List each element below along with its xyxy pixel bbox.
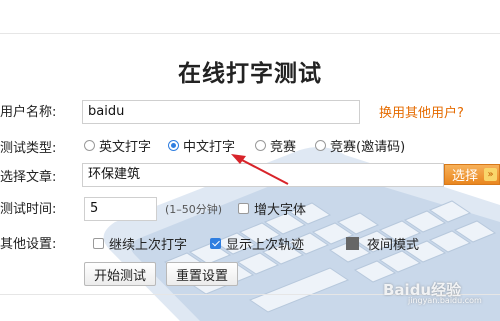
- watermark-subtext: jingyan.baidu.com: [408, 296, 482, 305]
- red-annotation-arrow-icon: [231, 154, 289, 185]
- baidu-jingyan-watermark: Baidu经验 jingyan.baidu.com: [383, 279, 482, 305]
